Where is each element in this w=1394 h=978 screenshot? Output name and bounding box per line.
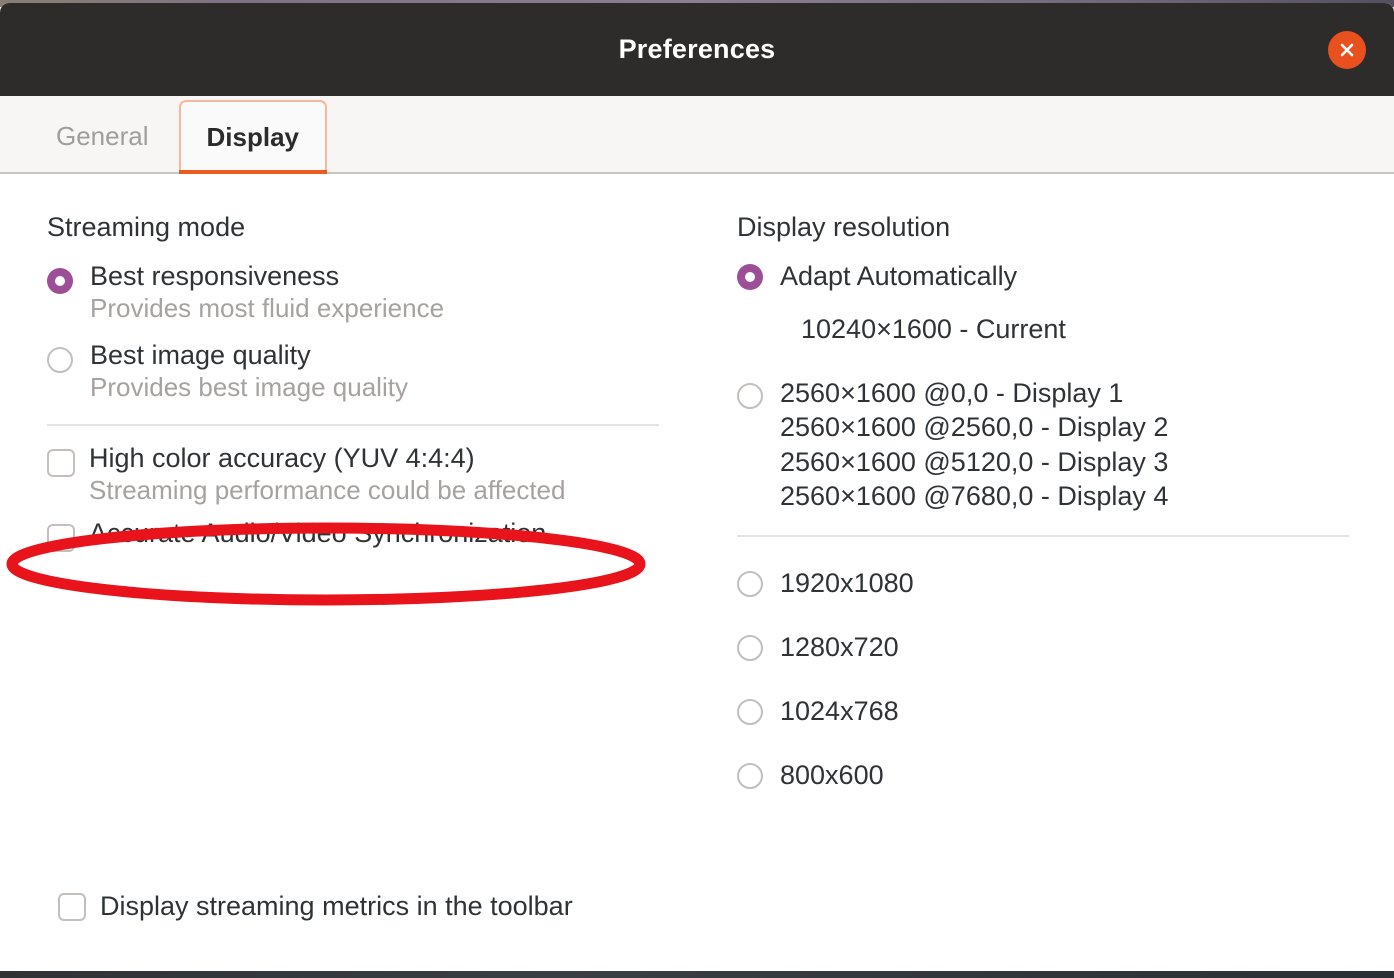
preferences-window: Preferences General Display Streaming mo… bbox=[0, 3, 1394, 971]
close-icon bbox=[1337, 40, 1357, 60]
radio-best-responsiveness-texts: Best responsiveness Provides most fluid … bbox=[90, 261, 444, 324]
streaming-mode-heading: Streaming mode bbox=[47, 212, 246, 242]
checkbox-high-color-accuracy-label: High color accuracy (YUV 4:4:4) bbox=[89, 443, 475, 474]
radio-indicator-selected bbox=[47, 268, 73, 294]
streaming-mode-column: Streaming mode Best responsiveness Provi… bbox=[0, 174, 700, 969]
radio-res-800x600-label: 800x600 bbox=[780, 760, 884, 791]
radio-indicator-adapt-selected bbox=[737, 263, 763, 290]
radio-indicator-unselected bbox=[47, 347, 73, 374]
radio-res-800x600[interactable]: 800x600 bbox=[737, 760, 1394, 791]
multi-display-line-2: 2560×1600 @2560,0 - Display 2 bbox=[780, 412, 1169, 443]
radio-res-1920x1080-label: 1920x1080 bbox=[780, 568, 914, 599]
radio-indicator-multi-display bbox=[737, 383, 763, 409]
streaming-separator bbox=[47, 424, 659, 427]
tab-general-label: General bbox=[56, 120, 149, 151]
multi-display-line-4: 2560×1600 @7680,0 - Display 4 bbox=[780, 480, 1169, 511]
radio-res-1024x768-label: 1024x768 bbox=[780, 696, 899, 727]
window-title: Preferences bbox=[618, 34, 776, 64]
display-resolution-heading: Display resolution bbox=[737, 212, 951, 242]
radio-best-responsiveness-subtitle: Provides most fluid experience bbox=[90, 292, 445, 323]
tab-bar: General Display bbox=[0, 96, 1394, 179]
radio-indicator-1280x720 bbox=[737, 634, 763, 661]
radio-best-image-quality[interactable]: Best image quality Provides best image q… bbox=[47, 340, 700, 403]
checkbox-indicator-streaming-metrics bbox=[58, 892, 86, 921]
radio-res-1280x720[interactable]: 1280x720 bbox=[737, 632, 1394, 663]
radio-res-1280x720-label: 1280x720 bbox=[780, 632, 899, 663]
radio-adapt-automatically-label: Adapt Automatically bbox=[780, 261, 1018, 291]
radio-best-image-quality-label: Best image quality bbox=[90, 340, 311, 371]
current-resolution-text: 10240×1600 - Current bbox=[801, 314, 1066, 344]
window-bottom-edge bbox=[0, 971, 1394, 978]
checkbox-indicator-high-color-accuracy bbox=[47, 449, 75, 478]
checkbox-accurate-av-sync-label: Accurate Audio/Video Synchronization bbox=[89, 518, 547, 549]
radio-multi-display-layout[interactable]: 2560×1600 @0,0 - Display 1 2560×1600 @25… bbox=[737, 376, 1394, 513]
radio-adapt-automatically[interactable]: Adapt Automatically bbox=[737, 261, 1394, 292]
checkbox-high-color-accuracy[interactable]: High color accuracy (YUV 4:4:4) Streamin… bbox=[47, 443, 700, 506]
radio-best-responsiveness[interactable]: Best responsiveness Provides most fluid … bbox=[47, 261, 700, 324]
resolution-separator bbox=[737, 535, 1349, 538]
tab-general[interactable]: General bbox=[30, 100, 175, 172]
checkbox-high-color-accuracy-texts: High color accuracy (YUV 4:4:4) Streamin… bbox=[89, 443, 565, 506]
display-resolution-column: Display resolution Adapt Automatically 1… bbox=[700, 174, 1394, 969]
tab-display[interactable]: Display bbox=[178, 100, 327, 179]
radio-indicator-1024x768 bbox=[737, 698, 763, 725]
radio-best-image-quality-subtitle: Provides best image quality bbox=[90, 371, 408, 402]
radio-res-1920x1080[interactable]: 1920x1080 bbox=[737, 568, 1394, 599]
radio-best-image-quality-texts: Best image quality Provides best image q… bbox=[90, 340, 408, 403]
window-titlebar: Preferences bbox=[0, 3, 1394, 96]
close-button[interactable] bbox=[1328, 30, 1366, 69]
multi-display-lines: 2560×1600 @0,0 - Display 1 2560×1600 @25… bbox=[780, 376, 1168, 513]
radio-best-responsiveness-label: Best responsiveness bbox=[90, 261, 340, 291]
tab-display-label: Display bbox=[206, 121, 300, 152]
checkbox-accurate-av-sync-texts: Accurate Audio/Video Synchronization bbox=[89, 518, 546, 550]
checkbox-indicator-accurate-av-sync bbox=[47, 524, 75, 553]
radio-res-1024x768[interactable]: 1024x768 bbox=[737, 696, 1394, 727]
checkbox-display-streaming-metrics[interactable]: Display streaming metrics in the toolbar bbox=[58, 891, 573, 922]
radio-indicator-800x600 bbox=[737, 762, 763, 789]
multi-display-line-3: 2560×1600 @5120,0 - Display 3 bbox=[780, 446, 1169, 477]
radio-indicator-1920x1080 bbox=[737, 570, 763, 597]
checkbox-accurate-av-sync[interactable]: Accurate Audio/Video Synchronization bbox=[47, 518, 700, 553]
checkbox-high-color-accuracy-subtitle: Streaming performance could be affected bbox=[89, 474, 566, 505]
multi-display-line-1: 2560×1600 @0,0 - Display 1 bbox=[780, 378, 1124, 408]
preferences-content: Streaming mode Best responsiveness Provi… bbox=[0, 174, 1394, 969]
checkbox-display-streaming-metrics-label: Display streaming metrics in the toolbar bbox=[100, 891, 573, 921]
